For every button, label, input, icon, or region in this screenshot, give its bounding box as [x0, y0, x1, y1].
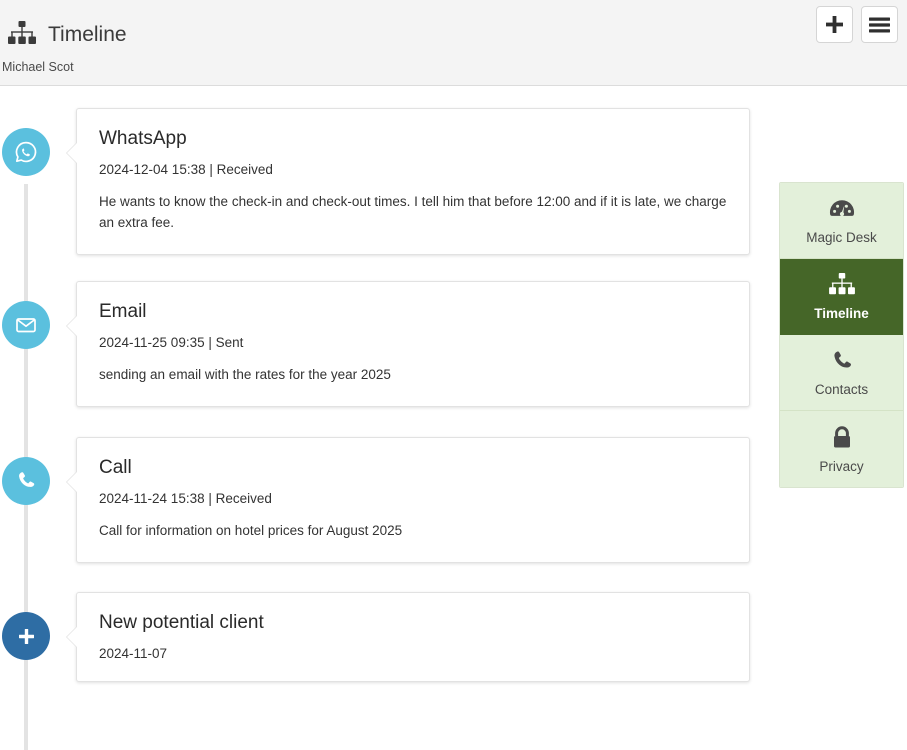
card-title: Email: [99, 301, 147, 322]
plus-icon[interactable]: [2, 612, 50, 660]
whatsapp-icon[interactable]: [2, 128, 50, 176]
card-body: He wants to know the check-in and check-…: [99, 193, 727, 230]
plus-icon: [826, 16, 843, 33]
sidebar-item-timeline[interactable]: Timeline: [780, 259, 903, 335]
sidebar-item-label: Privacy: [819, 458, 864, 474]
card-body: sending an email with the rates for the …: [99, 366, 391, 382]
lock-icon: [831, 425, 853, 451]
sidebar-item-label: Timeline: [814, 306, 869, 322]
timeline-card-new-client[interactable]: New potential client 2024-11-07: [66, 592, 750, 682]
sidebar-item-label: Magic Desk: [806, 230, 877, 246]
sitemap-icon: [4, 18, 40, 50]
card-title: Call: [99, 457, 132, 478]
card-body: Call for information on hotel prices for…: [99, 522, 403, 538]
contact-name-subtitle: Michael Scot: [2, 60, 74, 74]
add-button[interactable]: [816, 6, 853, 43]
envelope-icon[interactable]: [2, 301, 50, 349]
sidebar-item-magic-desk[interactable]: Magic Desk: [780, 183, 903, 259]
dashboard-gauge-icon: [828, 196, 856, 222]
card-meta: 2024-11-07: [99, 645, 168, 661]
phone-icon[interactable]: [2, 457, 50, 505]
sitemap-icon: [828, 272, 856, 298]
card-title: WhatsApp: [99, 128, 187, 149]
page-title: Timeline: [48, 22, 127, 46]
phone-icon: [830, 348, 854, 374]
timeline-card-whatsapp[interactable]: .c0::before,.c0::after{top:38px;} WhatsA…: [66, 108, 750, 255]
card-title: New potential client: [99, 612, 264, 633]
app-header: Timeline Michael Scot: [0, 0, 907, 86]
timeline-card-call[interactable]: Call 2024-11-24 15:38 | Received Call fo…: [66, 437, 750, 563]
timeline-card-email[interactable]: Email 2024-11-25 09:35 | Sent sending an…: [66, 281, 750, 407]
timeline-stage: .c0::before,.c0::after{top:38px;} WhatsA…: [0, 86, 907, 750]
hamburger-menu-icon: [869, 17, 890, 32]
card-meta: 2024-11-25 09:35 | Sent: [99, 334, 244, 350]
card-meta: 2024-12-04 15:38 | Received: [99, 161, 273, 177]
sidebar-item-privacy[interactable]: Privacy: [780, 411, 903, 487]
sidebar-item-label: Contacts: [814, 382, 869, 398]
header-actions: [816, 6, 898, 43]
sidebar-item-contacts[interactable]: Contacts: [780, 335, 903, 411]
card-meta: 2024-11-24 15:38 | Received: [99, 490, 272, 506]
header-title-row: Timeline: [0, 0, 907, 50]
right-sidebar-nav: Magic Desk Timeline Contacts Privacy: [779, 182, 904, 488]
menu-button[interactable]: [861, 6, 898, 43]
